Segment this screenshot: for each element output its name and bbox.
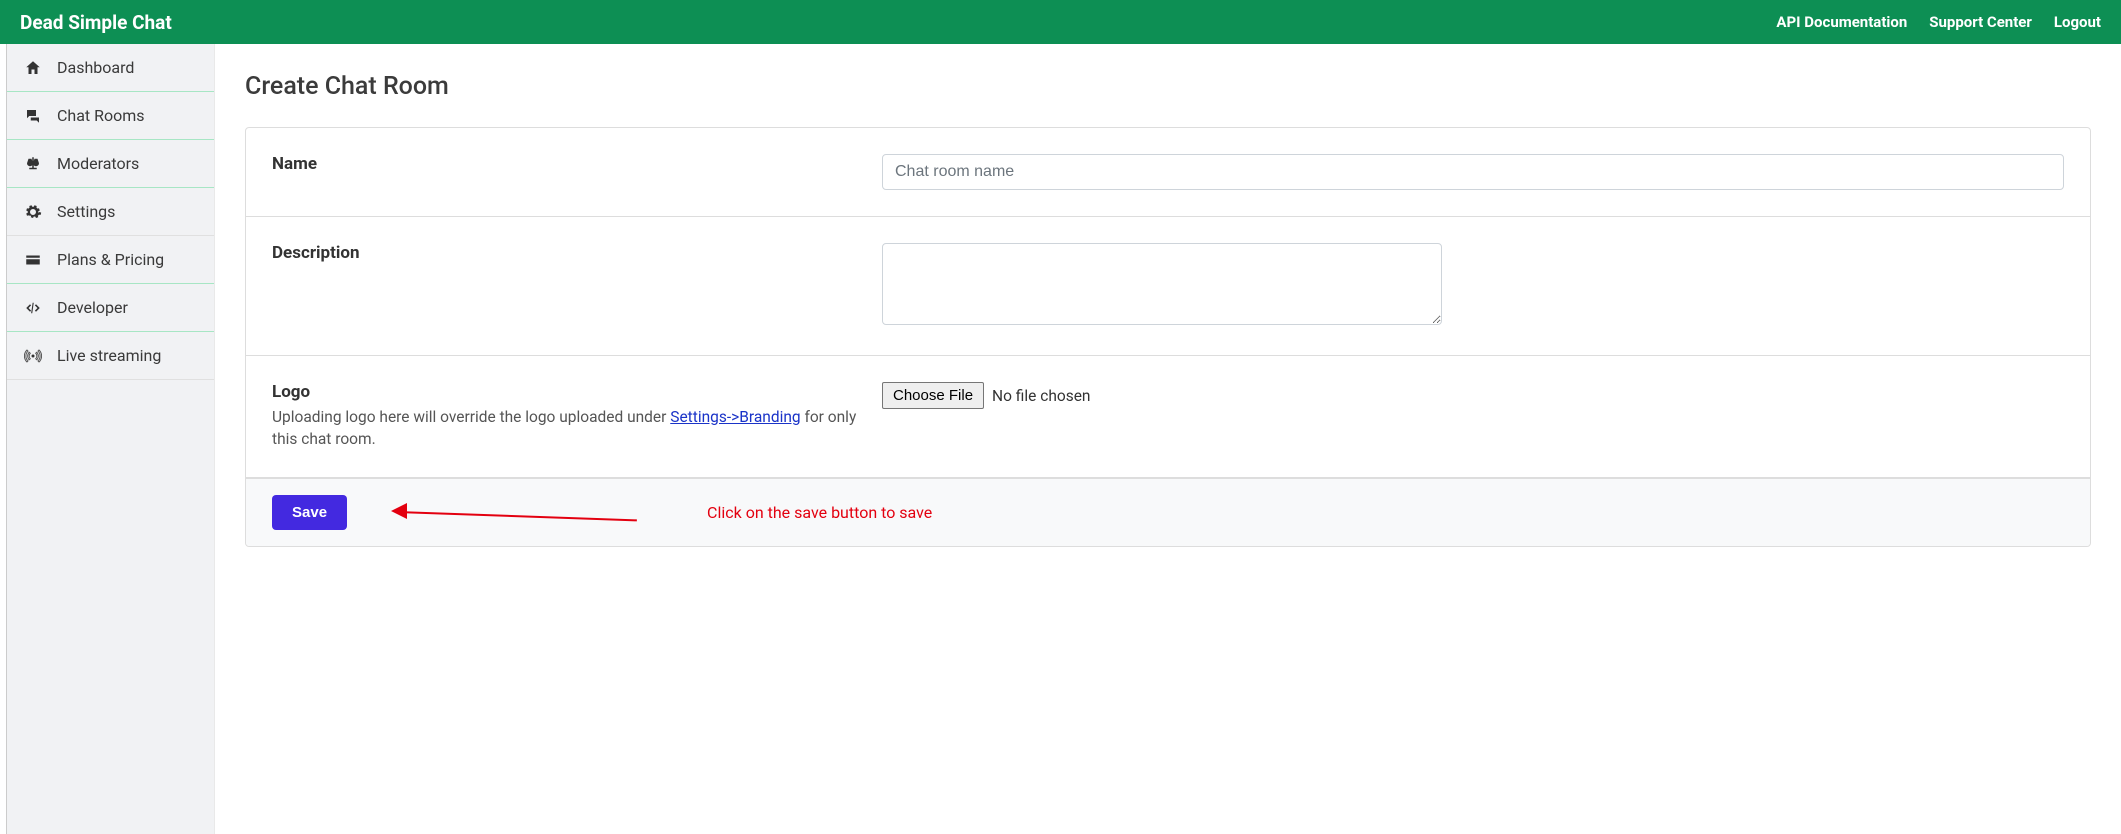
logo-help-text: Uploading logo here will override the lo…	[272, 406, 862, 451]
card-icon	[23, 251, 43, 269]
logout-link[interactable]: Logout	[2054, 13, 2101, 31]
settings-branding-link[interactable]: Settings->Branding	[670, 408, 800, 426]
sidebar-item-label: Live streaming	[57, 346, 161, 365]
sidebar-item-label: Settings	[57, 202, 115, 221]
gear-icon	[23, 203, 43, 221]
logo-help-pre: Uploading logo here will override the lo…	[272, 408, 670, 426]
description-label: Description	[272, 243, 862, 263]
broadcast-icon	[23, 347, 43, 365]
sidebar-item-chat-rooms[interactable]: Chat Rooms	[7, 92, 214, 140]
sidebar-item-label: Dashboard	[57, 58, 134, 77]
window-left-border	[0, 44, 7, 834]
chat-icon	[23, 107, 43, 125]
sidebar-item-moderators[interactable]: Moderators	[7, 140, 214, 188]
sidebar-item-settings[interactable]: Settings	[7, 188, 214, 236]
sidebar-item-developer[interactable]: Developer	[7, 284, 214, 332]
scales-icon	[23, 155, 43, 173]
section-name: Name	[246, 128, 2090, 217]
home-icon	[23, 59, 43, 77]
section-description: Description	[246, 217, 2090, 356]
page-title: Create Chat Room	[245, 72, 2091, 101]
create-chat-room-form: Name Description Logo Uploading l	[245, 127, 2091, 547]
annotation-text: Click on the save button to save	[707, 503, 932, 522]
brand-title: Dead Simple Chat	[20, 11, 172, 34]
api-docs-link[interactable]: API Documentation	[1776, 13, 1907, 31]
sidebar-item-label: Moderators	[57, 154, 139, 173]
support-center-link[interactable]: Support Center	[1929, 13, 2032, 31]
logo-label: Logo	[272, 382, 862, 402]
section-logo: Logo Uploading logo here will override t…	[246, 356, 2090, 478]
sidebar: Dashboard Chat Rooms Moderators Settings…	[7, 44, 215, 834]
form-footer: Save Click on the save button to save	[246, 478, 2090, 546]
choose-file-button[interactable]: Choose File	[882, 382, 984, 409]
name-input[interactable]	[882, 154, 2064, 190]
file-chosen-status: No file chosen	[992, 387, 1090, 405]
sidebar-item-plans-pricing[interactable]: Plans & Pricing	[7, 236, 214, 284]
annotation-arrow	[397, 502, 657, 522]
header-links: API Documentation Support Center Logout	[1776, 13, 2101, 31]
save-button[interactable]: Save	[272, 495, 347, 530]
sidebar-item-label: Chat Rooms	[57, 106, 145, 125]
sidebar-item-live-streaming[interactable]: Live streaming	[7, 332, 214, 380]
sidebar-item-label: Plans & Pricing	[57, 250, 164, 269]
top-header: Dead Simple Chat API Documentation Suppo…	[0, 0, 2121, 44]
main-content: Create Chat Room Name Description	[215, 44, 2121, 834]
sidebar-item-dashboard[interactable]: Dashboard	[7, 44, 214, 92]
code-icon	[23, 299, 43, 317]
description-textarea[interactable]	[882, 243, 1442, 325]
sidebar-item-label: Developer	[57, 298, 128, 317]
name-label: Name	[272, 154, 862, 174]
